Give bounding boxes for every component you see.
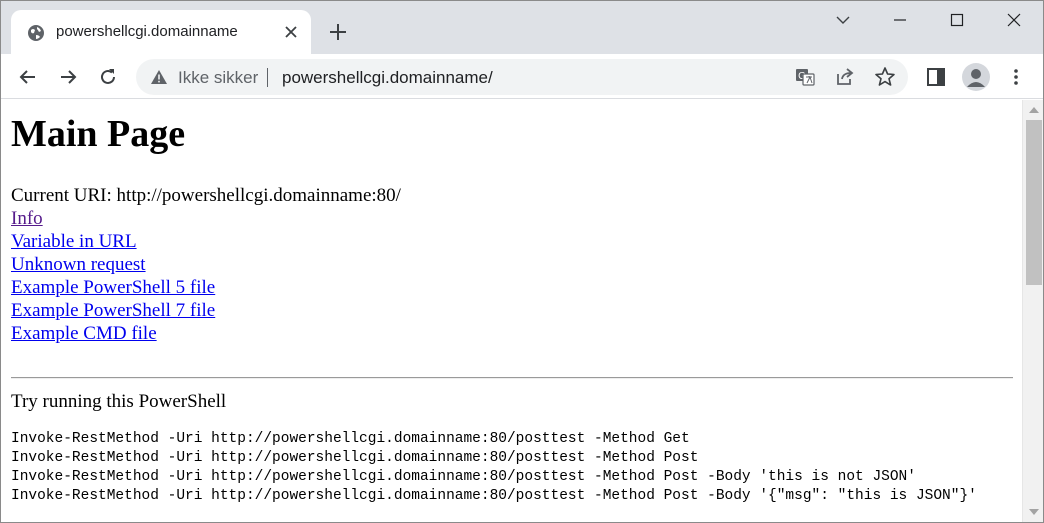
current-uri-text: Current URI: http://powershellcgi.domain… [11, 185, 401, 206]
vertical-scrollbar[interactable] [1022, 100, 1044, 523]
more-vertical-icon [1014, 69, 1018, 85]
new-tab-icon[interactable] [327, 21, 349, 43]
code-line: Invoke-RestMethod -Uri http://powershell… [11, 431, 690, 447]
reload-icon [101, 69, 115, 84]
arrow-right-icon [61, 70, 77, 84]
link-list: Info Variable in URL Unknown request Exa… [11, 207, 215, 345]
link-info[interactable]: Info [11, 207, 215, 230]
minimize-icon [894, 19, 906, 21]
browser-menu-button[interactable] [1004, 65, 1028, 89]
browser-titlebar: powershellcgi.domainname [0, 0, 1044, 54]
url-text[interactable]: powershellcgi.domainname/ [282, 68, 493, 88]
side-panel-icon [927, 68, 945, 86]
share-icon[interactable] [834, 66, 856, 88]
try-powershell-text: Try running this PowerShell [11, 391, 227, 412]
code-line: Invoke-RestMethod -Uri http://powershell… [11, 469, 916, 485]
window-close-button[interactable] [986, 0, 1042, 40]
forward-button[interactable] [56, 65, 80, 89]
code-line: Invoke-RestMethod -Uri http://powershell… [11, 450, 699, 466]
maximize-icon [950, 13, 964, 27]
arrow-left-icon [19, 70, 35, 84]
tab-title: powershellcgi.domainname [56, 23, 238, 40]
page-viewport: Main Page Current URI: http://powershell… [0, 100, 1022, 523]
side-panel-button[interactable] [924, 65, 948, 89]
reload-button[interactable] [96, 65, 120, 89]
scrollbar-thumb[interactable] [1026, 120, 1042, 285]
warning-icon[interactable] [150, 69, 168, 85]
link-example-cmd[interactable]: Example CMD file [11, 322, 215, 345]
translate-icon[interactable]: G [794, 66, 816, 88]
link-unknown-request[interactable]: Unknown request [11, 253, 215, 276]
code-line: Invoke-RestMethod -Uri http://powershell… [11, 488, 977, 504]
address-bar[interactable]: Ikke sikker powershellcgi.domainname/ G [136, 59, 908, 95]
close-icon[interactable] [282, 23, 300, 41]
back-button[interactable] [16, 65, 40, 89]
profile-avatar[interactable] [962, 63, 990, 91]
tab-search-button[interactable] [815, 0, 871, 40]
omnibox-divider [267, 68, 268, 87]
code-block: Invoke-RestMethod -Uri http://powershell… [11, 430, 977, 506]
globe-icon [28, 25, 44, 41]
chevron-down-icon [836, 16, 850, 24]
page-title: Main Page [11, 113, 186, 155]
link-example-powershell-7[interactable]: Example PowerShell 7 file [11, 299, 215, 322]
security-status-label[interactable]: Ikke sikker [178, 68, 258, 88]
horizontal-rule [11, 377, 1013, 379]
scroll-down-arrow-icon[interactable] [1029, 509, 1039, 515]
bookmark-star-icon[interactable] [874, 66, 896, 88]
scroll-up-arrow-icon[interactable] [1029, 107, 1039, 113]
link-variable-in-url[interactable]: Variable in URL [11, 230, 215, 253]
close-icon [1007, 13, 1021, 27]
minimize-button[interactable] [872, 0, 928, 40]
person-icon [967, 69, 985, 87]
browser-tab[interactable]: powershellcgi.domainname [11, 10, 311, 54]
maximize-button[interactable] [929, 0, 985, 40]
browser-toolbar: Ikke sikker powershellcgi.domainname/ G [0, 54, 1044, 99]
link-example-powershell-5[interactable]: Example PowerShell 5 file [11, 276, 215, 299]
